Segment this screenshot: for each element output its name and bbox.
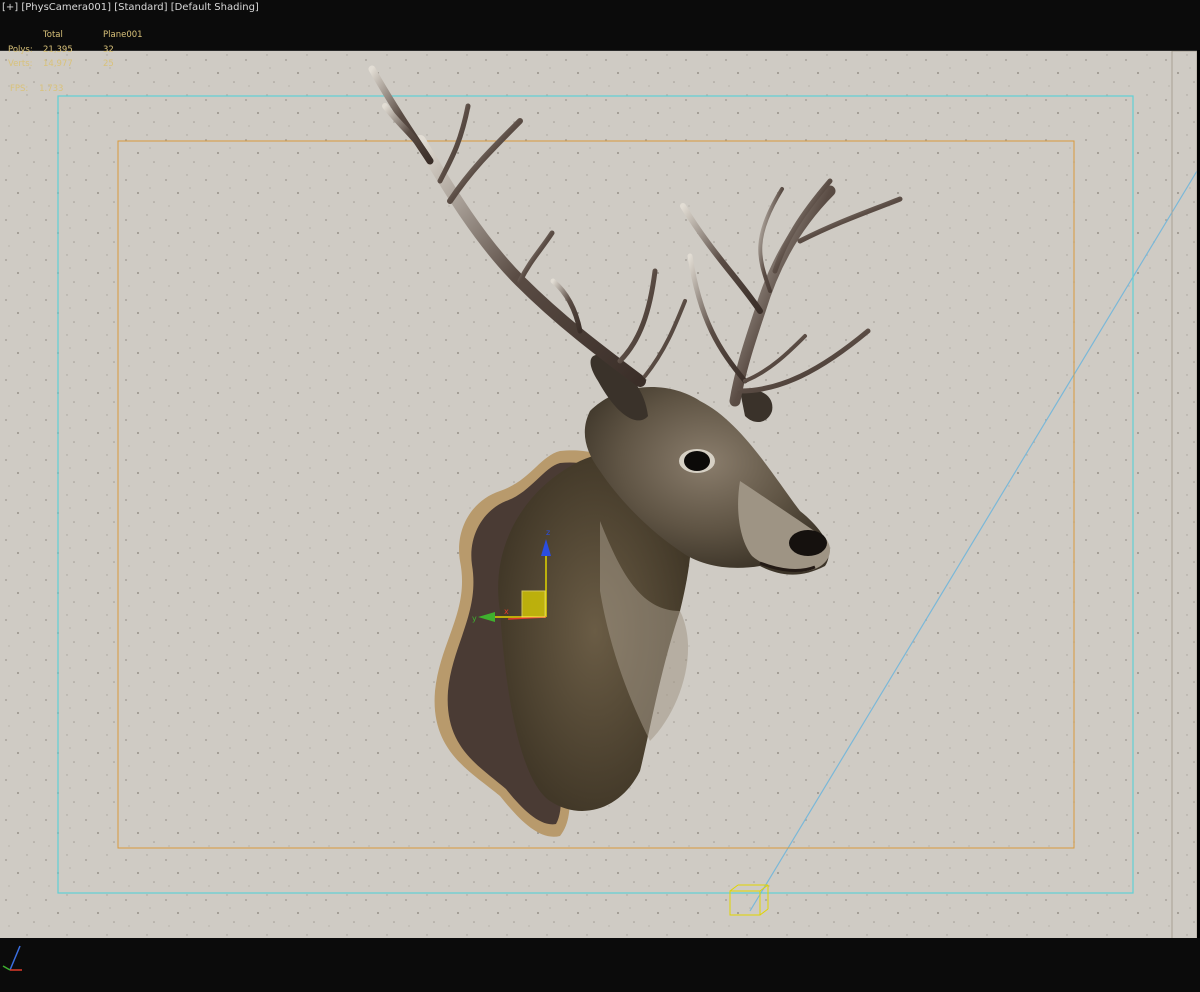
- fps-value: 1.733: [39, 84, 64, 94]
- viewport-camera-menu[interactable]: [PhysCamera001]: [21, 2, 111, 13]
- fps-label: FPS:: [10, 84, 29, 94]
- stats-polys-label: Polys:: [8, 44, 33, 55]
- viewport-header-bar: [+] [PhysCamera001] [Standard] [Default …: [0, 0, 1200, 50]
- gizmo-z-label: z: [546, 528, 550, 537]
- stats-verts-object: 25: [103, 59, 114, 69]
- stats-labels-column: Polys: Verts:: [8, 28, 33, 72]
- stats-verts-total: 14,977: [43, 59, 73, 69]
- viewport-shading-menu[interactable]: [Default Shading]: [171, 2, 259, 13]
- stats-object-column: Plane001 32 25: [103, 28, 143, 72]
- stats-object-header: Plane001: [103, 30, 143, 40]
- gizmo-plane-handle[interactable]: [521, 590, 546, 618]
- fps-readout: FPS: 1.733: [10, 84, 63, 94]
- viewport-menu-plus[interactable]: [+]: [2, 2, 18, 13]
- world-axis-tripod-icon: [2, 945, 22, 971]
- stats-total-column: Total 21,395 14,977: [43, 28, 73, 72]
- gizmo-x-label: x: [504, 607, 509, 616]
- stats-verts-label: Verts:: [8, 59, 33, 69]
- viewport-render-mode-menu[interactable]: [Standard]: [114, 2, 167, 13]
- stats-total-header: Total: [43, 30, 63, 40]
- viewport-scene[interactable]: z y x: [0, 51, 1197, 939]
- perspective-viewport[interactable]: z y x: [0, 50, 1197, 939]
- stats-polys-total: 21,395: [43, 44, 73, 55]
- stats-polys-object: 32: [103, 44, 114, 55]
- viewport-footer-bar: [0, 938, 1200, 992]
- viewport-label: [+] [PhysCamera001] [Standard] [Default …: [2, 2, 259, 13]
- gizmo-y-label: y: [472, 614, 477, 623]
